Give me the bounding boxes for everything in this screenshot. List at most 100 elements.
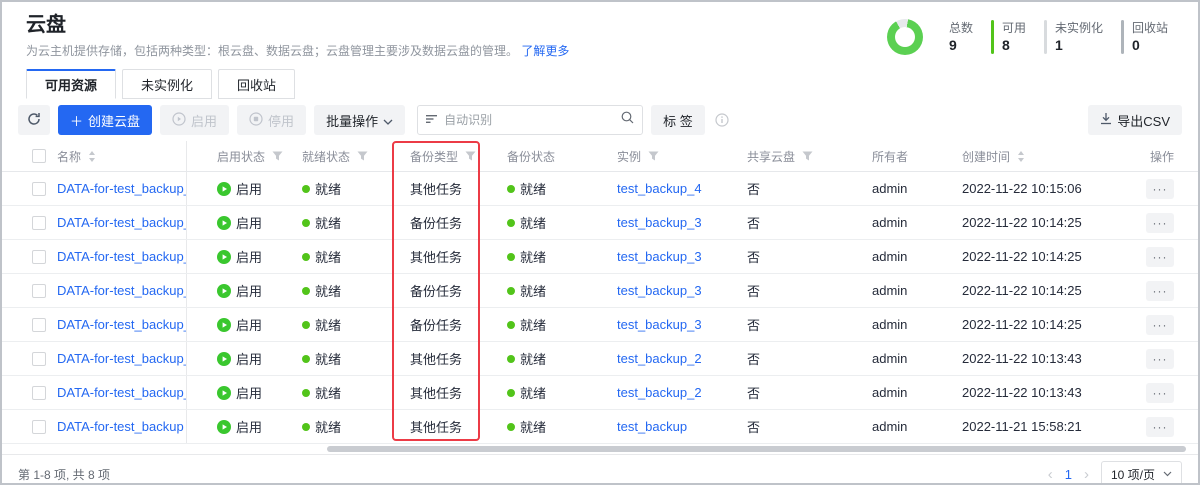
search-input[interactable]: [444, 113, 615, 127]
learn-more-link[interactable]: 了解更多: [521, 44, 569, 58]
tag-button[interactable]: 标 签: [651, 105, 705, 135]
instance-link[interactable]: test_backup_3: [617, 215, 702, 230]
stat-total: 总数 9: [941, 20, 973, 54]
play-circle-green-icon: [217, 182, 231, 196]
info-icon[interactable]: [715, 113, 729, 127]
instance-link[interactable]: test_backup_3: [617, 317, 702, 332]
column-header-enable-status[interactable]: 启用状态: [187, 148, 302, 165]
tab-bar: 可用资源 未实例化 回收站: [2, 69, 1198, 99]
filter-icon[interactable]: [802, 151, 813, 161]
row-checkbox[interactable]: [32, 216, 46, 230]
shared-disk-text: 否: [747, 417, 760, 436]
disk-name-link[interactable]: DATA-for-test_backup_4: [57, 181, 187, 196]
row-actions-button[interactable]: ···: [1146, 247, 1174, 267]
next-page-icon[interactable]: ›: [1082, 467, 1091, 482]
filter-icon[interactable]: [272, 151, 283, 161]
shared-disk-text: 否: [747, 349, 760, 368]
row-checkbox[interactable]: [32, 182, 46, 196]
refresh-button[interactable]: [18, 105, 50, 135]
filter-icon[interactable]: [357, 151, 368, 161]
backup-status-text: 就绪: [520, 349, 546, 368]
stat-bar: [1121, 20, 1124, 54]
prev-page-icon[interactable]: ‹: [1046, 467, 1055, 482]
tab-uninstantiated[interactable]: 未实例化: [122, 69, 212, 99]
disk-name-link[interactable]: DATA-for-test_backup_3: [57, 283, 187, 298]
disk-name-link[interactable]: DATA-for-test_backup_2: [57, 385, 187, 400]
batch-actions-button[interactable]: 批量操作: [314, 105, 405, 135]
column-header-ready-status[interactable]: 就绪状态: [302, 148, 402, 165]
plus-icon: ＋: [70, 111, 83, 130]
ready-status-dot: [302, 355, 310, 363]
play-circle-green-icon: [217, 386, 231, 400]
disk-name-link[interactable]: DATA-for-test_backup_3: [57, 215, 187, 230]
stat-available: 可用 8: [991, 20, 1026, 54]
donut-chart: [887, 19, 923, 55]
instance-link[interactable]: test_backup_3: [617, 283, 702, 298]
scrollbar-thumb[interactable]: [327, 446, 1186, 452]
disk-name-link[interactable]: DATA-for-test_backup_3: [57, 317, 187, 332]
stat-bar: [1044, 20, 1047, 54]
filter-icon[interactable]: [648, 151, 659, 161]
table-row: DATA-for-test_backup_3 启用 就绪 备份任务 就绪 tes…: [2, 206, 1198, 240]
sort-icon[interactable]: [88, 150, 96, 163]
stat-value: 8: [1002, 36, 1026, 54]
row-checkbox[interactable]: [32, 318, 46, 332]
sort-icon[interactable]: [1017, 150, 1025, 163]
row-actions-button[interactable]: ···: [1146, 349, 1174, 369]
row-checkbox[interactable]: [32, 250, 46, 264]
backup-type-text: 备份任务: [410, 213, 462, 232]
row-actions-button[interactable]: ···: [1146, 281, 1174, 301]
search-box: [417, 105, 643, 135]
column-header-name[interactable]: 名称: [57, 141, 187, 171]
row-checkbox[interactable]: [32, 386, 46, 400]
disk-name-link[interactable]: DATA-for-test_backup_2: [57, 351, 187, 366]
row-actions-button[interactable]: ···: [1146, 315, 1174, 335]
filter-lines-icon: [426, 111, 438, 129]
chevron-down-icon: [1163, 471, 1172, 477]
shared-disk-text: 否: [747, 179, 760, 198]
instance-link[interactable]: test_backup_3: [617, 249, 702, 264]
column-header-instance[interactable]: 实例: [617, 148, 747, 165]
column-header-shared-disk[interactable]: 共享云盘: [747, 148, 872, 165]
row-actions-button[interactable]: ···: [1146, 383, 1174, 403]
instance-link[interactable]: test_backup: [617, 419, 687, 434]
search-icon[interactable]: [621, 111, 634, 129]
row-checkbox[interactable]: [32, 284, 46, 298]
filter-icon[interactable]: [465, 151, 476, 161]
tab-recycle-bin[interactable]: 回收站: [218, 69, 295, 99]
tab-available-resources[interactable]: 可用资源: [26, 69, 116, 99]
instance-link[interactable]: test_backup_4: [617, 181, 702, 196]
disk-name-link[interactable]: DATA-for-test_backup: [57, 419, 184, 434]
table-row: DATA-for-test_backup_3 启用 就绪 其他任务 就绪 tes…: [2, 240, 1198, 274]
page-number[interactable]: 1: [1065, 467, 1072, 482]
disk-table: 名称 启用状态 就绪状态 备份类型: [2, 141, 1198, 444]
backup-type-text: 其他任务: [410, 349, 462, 368]
backup-type-text: 备份任务: [410, 315, 462, 334]
export-csv-button[interactable]: 导出CSV: [1088, 105, 1182, 135]
column-header-owner[interactable]: 所有者: [872, 148, 962, 165]
instance-link[interactable]: test_backup_2: [617, 351, 702, 366]
row-checkbox[interactable]: [32, 352, 46, 366]
chevron-down-icon: [383, 113, 393, 128]
disk-name-link[interactable]: DATA-for-test_backup_3: [57, 249, 187, 264]
backup-status-text: 就绪: [520, 247, 546, 266]
stop-button[interactable]: 停用: [237, 105, 306, 135]
page-size-select[interactable]: 10 项/页: [1101, 461, 1182, 485]
ready-status-text: 就绪: [315, 281, 341, 300]
row-actions-button[interactable]: ···: [1146, 417, 1174, 437]
column-header-backup-status[interactable]: 备份状态: [492, 148, 617, 165]
backup-status-dot: [507, 321, 515, 329]
row-checkbox[interactable]: [32, 420, 46, 434]
enable-status-text: 启用: [236, 417, 262, 436]
enable-status-text: 启用: [236, 179, 262, 198]
create-disk-button[interactable]: ＋ 创建云盘: [58, 105, 152, 135]
column-header-backup-type[interactable]: 备份类型: [402, 148, 492, 165]
row-actions-button[interactable]: ···: [1146, 179, 1174, 199]
instance-link[interactable]: test_backup_2: [617, 385, 702, 400]
select-all-checkbox[interactable]: [32, 149, 46, 163]
stat-label: 总数: [949, 20, 973, 36]
row-actions-button[interactable]: ···: [1146, 213, 1174, 233]
column-header-created[interactable]: 创建时间: [962, 148, 1132, 165]
enable-button[interactable]: 启用: [160, 105, 229, 135]
owner-text: admin: [872, 215, 907, 230]
